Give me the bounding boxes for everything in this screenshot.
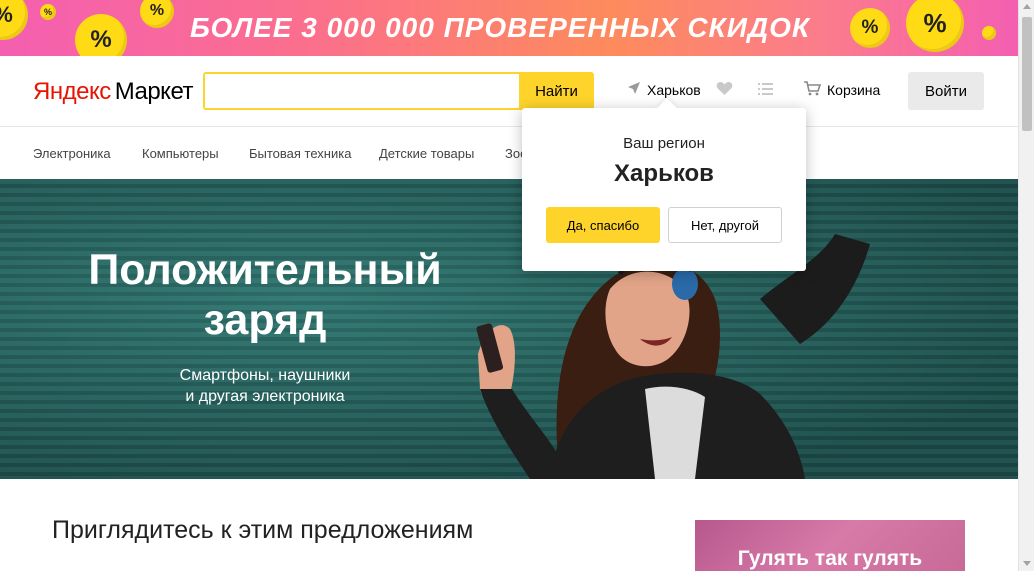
search-box (203, 72, 519, 110)
percent-coin-icon: % (40, 4, 56, 20)
yandex-market-logo[interactable]: Яндекс Маркет (33, 78, 194, 106)
hero-banner[interactable]: Положительный заряд Смартфоны, наушники … (0, 179, 1018, 479)
hero-title-line: заряд (203, 296, 327, 344)
confirm-region-button[interactable]: Да, спасибо (546, 207, 660, 243)
region-popup-label: Ваш регион (623, 135, 705, 152)
cart-icon (804, 81, 822, 99)
percent-coin-icon: % (140, 0, 174, 28)
percent-coin-icon: % (906, 0, 964, 52)
heart-icon[interactable] (716, 80, 733, 100)
scroll-up-arrow-icon[interactable] (1023, 4, 1031, 9)
scrollbar-thumb[interactable] (1022, 17, 1032, 131)
percent-coin-icon (982, 26, 996, 40)
percent-coin-icon: % (0, 0, 28, 40)
percent-coin-icon: % (850, 8, 890, 48)
logo-part-yandex: Яндекс (33, 78, 111, 105)
page-scrollbar[interactable] (1018, 0, 1034, 571)
hero-subtitle-line: Смартфоны, наушники (179, 367, 351, 384)
hero-title: Положительный заряд (60, 245, 470, 345)
cart-label: Корзина (827, 82, 881, 98)
promo-banner-text: БОЛЕЕ 3 000 000 ПРОВЕРЕННЫХ СКИДОК (190, 12, 811, 43)
cart-link[interactable]: Корзина (804, 81, 880, 99)
hero-title-line: Положительный (88, 246, 442, 294)
scroll-down-arrow-icon[interactable] (1023, 561, 1031, 566)
region-selector[interactable]: Харьков (627, 81, 701, 98)
region-label: Харьков (647, 81, 701, 98)
search-button[interactable]: Найти (519, 72, 594, 110)
category-electronics[interactable]: Электроника (33, 146, 111, 161)
category-nav: Электроника Компьютеры Бытовая техника Д… (0, 127, 1018, 179)
category-home-appliances[interactable]: Бытовая техника (249, 146, 351, 161)
location-arrow-icon (627, 81, 641, 98)
percent-coin-icon: % (75, 14, 127, 56)
category-kids[interactable]: Детские товары (379, 146, 474, 161)
hero-subtitle: Смартфоны, наушники и другая электроника (60, 365, 470, 407)
region-popup-city: Харьков (614, 160, 714, 187)
region-popup: Ваш регион Харьков Да, спасибо Нет, друг… (522, 108, 806, 271)
list-icon[interactable] (758, 80, 774, 100)
promo-banner[interactable]: % % % % БОЛЕЕ 3 000 000 ПРОВЕРЕННЫХ СКИД… (0, 0, 1018, 56)
page: % % % % БОЛЕЕ 3 000 000 ПРОВЕРЕННЫХ СКИД… (0, 0, 1034, 571)
hero-subtitle-line: и другая электроника (185, 388, 345, 405)
logo-part-market: Маркет (114, 78, 194, 105)
promo-card[interactable]: Гулять так гулять (695, 520, 965, 571)
category-computers[interactable]: Компьютеры (142, 146, 219, 161)
offers-heading: Приглядитесь к этим предложениям (52, 516, 474, 544)
search-input[interactable] (205, 74, 519, 108)
promo-card-title: Гулять так гулять (737, 547, 923, 570)
login-button[interactable]: Войти (908, 72, 984, 110)
change-region-button[interactable]: Нет, другой (668, 207, 782, 243)
site-header: Яндекс Маркет Найти Харьков Корзина Войти (0, 56, 1018, 127)
